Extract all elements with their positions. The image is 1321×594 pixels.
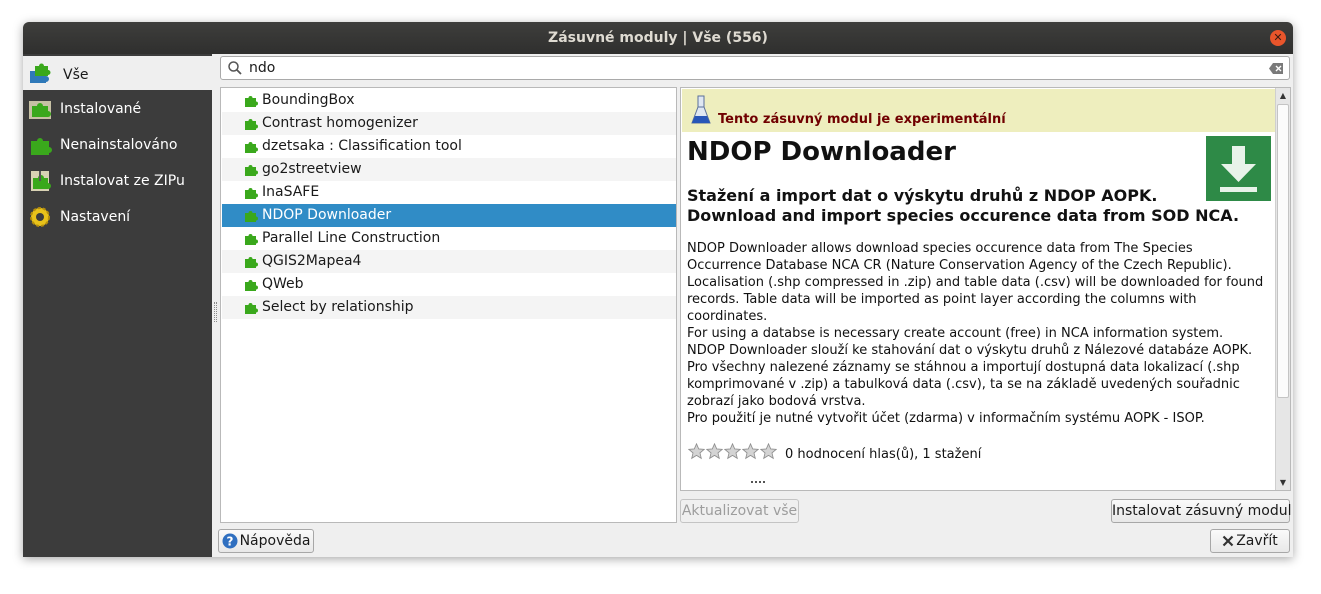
puzzle-icon [245, 142, 258, 153]
detail-scrollbar[interactable]: ▲ ▼ [1275, 88, 1290, 490]
puzzle-icon [245, 96, 258, 107]
plugin-manager-window: Zásuvné moduly | Vše (556) ✕ Vše Instalo… [23, 22, 1293, 557]
description-line: NDOP Downloader slouží ke stahování dat … [687, 343, 1253, 358]
sidebar-item-label: Nenainstalováno [60, 137, 178, 153]
plugin-subtitle-en: Download and import species occurence da… [687, 206, 1240, 225]
plugin-name: QWeb [262, 276, 304, 292]
sidebar-item-label: Nastavení [60, 209, 131, 225]
description-line: Localisation (.shp compressed in .zip) a… [687, 275, 1264, 290]
truncated-content [751, 481, 765, 487]
description-line: records. Table data will be imported as … [687, 292, 1197, 307]
window-close-button[interactable]: ✕ [1270, 30, 1286, 46]
plugin-title: NDOP Downloader [687, 137, 956, 167]
plugin-subtitle-cz: Stažení a import dat o výskytu druhů z N… [687, 186, 1158, 205]
sidebar-item-settings[interactable]: Nastavení [23, 200, 212, 234]
plugin-list-item[interactable]: QWeb [222, 273, 676, 296]
plugin-list-item[interactable]: Select by relationship [222, 296, 676, 319]
scrollbar-thumb[interactable] [1277, 104, 1289, 398]
title-bar[interactable]: Zásuvné moduly | Vše (556) ✕ [23, 22, 1293, 54]
plugin-name: dzetsaka : Classification tool [262, 138, 462, 154]
description-line: komprimované v .zip) a tabulková data (.… [687, 377, 1240, 392]
svg-text:?: ? [226, 535, 233, 549]
puzzle-icon [245, 303, 258, 314]
install-plugin-button[interactable]: Instalovat zásuvný modul [1111, 499, 1291, 523]
star-icon [760, 443, 777, 460]
search-value[interactable]: ndo [249, 60, 275, 76]
description-line: Pro použití je nutné vytvořit účet (zdar… [687, 411, 1205, 426]
puzzle-icon [245, 165, 258, 176]
puzzle-icon [245, 280, 258, 291]
plugin-list-item[interactable]: InaSAFE [222, 181, 676, 204]
plugin-list-item[interactable]: BoundingBox [222, 89, 676, 112]
puzzle-icon [245, 234, 258, 245]
plugin-name: Parallel Line Construction [262, 230, 441, 246]
plugin-name: NDOP Downloader [262, 207, 392, 223]
description-line: coordinates. [687, 309, 768, 324]
plugin-list[interactable]: BoundingBox Contrast homogenizer dzetsaka … [220, 87, 677, 523]
sidebar-item-not-installed[interactable]: Nenainstalováno [23, 128, 212, 162]
close-button[interactable]: Zavřít [1210, 529, 1290, 553]
rating-text: 0 hodnocení hlas(ů), 1 stažení [785, 447, 982, 462]
plugin-name: BoundingBox [262, 92, 355, 108]
puzzle-icon [245, 257, 258, 268]
puzzle-icon [245, 188, 258, 199]
window-title: Zásuvné moduly | Vše (556) [548, 30, 768, 46]
zip-install-icon [31, 171, 51, 191]
star-icon [742, 443, 759, 460]
plugin-list-item[interactable]: QGIS2Mapea4 [222, 250, 676, 273]
flask-icon [691, 95, 711, 124]
plugin-name: QGIS2Mapea4 [262, 253, 362, 269]
sidebar: Vše Instalované Nenainstalováno Instalov… [23, 54, 212, 557]
description-line: zobrazí jako bodová vrstva. [687, 394, 866, 409]
help-button[interactable]: ? Nápověda [218, 529, 314, 553]
description-line: Occurrence Database NCA CR (Nature Conse… [687, 258, 1232, 273]
sidebar-item-label: Instalovat ze ZIPu [60, 173, 185, 189]
sidebar-item-all[interactable]: Vše [23, 56, 212, 90]
plugin-name: go2streetview [262, 161, 362, 177]
puzzle-all-icon [30, 63, 51, 83]
star-icon [706, 443, 723, 460]
plugin-list-item[interactable]: NDOP Downloader [222, 204, 676, 227]
close-icon [1222, 535, 1234, 547]
description-line: Pro všechny nalezené záznamy se stáhnou … [687, 360, 1240, 375]
plugin-list-item[interactable]: dzetsaka : Classification tool [222, 135, 676, 158]
star-icon [724, 443, 741, 460]
plugin-list-item[interactable]: Contrast homogenizer [222, 112, 676, 135]
scroll-down-icon[interactable]: ▼ [1276, 475, 1290, 490]
plugin-description: NDOP Downloader allows download species … [687, 240, 1271, 427]
puzzle-installed-icon [29, 101, 51, 119]
plugin-name: Contrast homogenizer [262, 115, 418, 131]
puzzle-icon [245, 211, 258, 222]
search-icon [228, 61, 242, 75]
puzzle-not-installed-icon [31, 138, 52, 155]
sidebar-splitter-handle[interactable] [214, 302, 217, 322]
plugin-detail-panel: Tento zásuvný modul je experimentální ND… [680, 87, 1291, 491]
help-button-label: Nápověda [239, 533, 311, 549]
help-icon: ? [222, 533, 238, 549]
star-icon [688, 443, 705, 460]
description-line: For using a databse is necessary create … [687, 326, 1224, 341]
clear-search-icon[interactable] [1269, 63, 1283, 74]
gear-icon [30, 207, 50, 227]
puzzle-icon [245, 119, 258, 130]
plugin-list-item[interactable]: go2streetview [222, 158, 676, 181]
plugin-name: InaSAFE [262, 184, 320, 200]
sidebar-item-label: Instalované [60, 101, 142, 117]
experimental-text: Tento zásuvný modul je experimentální [718, 112, 1006, 127]
update-all-button[interactable]: Aktualizovat vše [680, 499, 799, 523]
experimental-banner: Tento zásuvný modul je experimentální [682, 89, 1276, 132]
plugin-list-item[interactable]: Parallel Line Construction [222, 227, 676, 250]
description-line: NDOP Downloader allows download species … [687, 241, 1193, 256]
search-input[interactable]: ndo [220, 56, 1290, 80]
scroll-up-icon[interactable]: ▲ [1276, 88, 1290, 103]
sidebar-item-label: Vše [63, 67, 89, 83]
sidebar-item-installed[interactable]: Instalované [23, 92, 212, 126]
plugin-subtitle: Stažení a import dat o výskytu druhů z N… [687, 186, 1247, 226]
close-button-label: Zavřít [1236, 533, 1278, 549]
rating-stars [688, 443, 778, 461]
plugin-name: Select by relationship [262, 299, 414, 315]
sidebar-item-install-zip[interactable]: Instalovat ze ZIPu [23, 164, 212, 198]
